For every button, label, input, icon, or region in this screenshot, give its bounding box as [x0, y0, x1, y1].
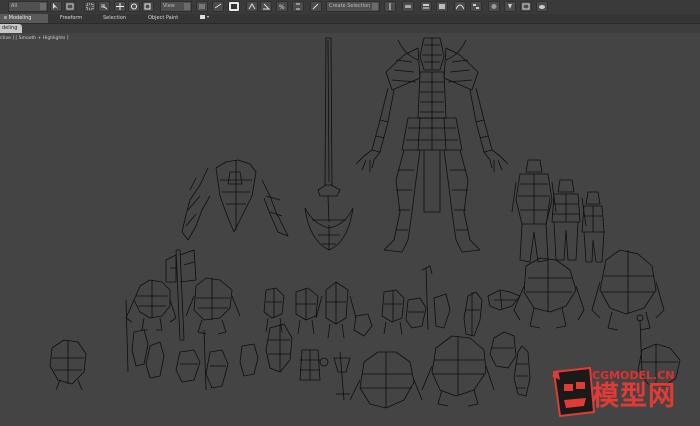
angle-snap-icon[interactable] [260, 1, 272, 12]
svg-text:%: % [279, 4, 285, 10]
material-editor-icon[interactable] [488, 1, 500, 12]
ribbon-options-icon[interactable] [196, 14, 214, 23]
link-icon[interactable] [212, 1, 224, 12]
small-soldier-3-model[interactable] [239, 343, 259, 377]
snap-icon[interactable] [246, 1, 258, 12]
rendered-frame-icon[interactable] [520, 1, 532, 12]
tall-figure-2-model[interactable] [545, 179, 587, 261]
pivot-icon[interactable] [196, 1, 208, 12]
rotate-icon[interactable] [128, 1, 140, 12]
select-by-name-icon[interactable] [64, 1, 76, 12]
wireframe-models [49, 37, 681, 409]
perspective-viewport[interactable] [0, 33, 700, 422]
tab-object-paint[interactable]: Object Paint [144, 14, 182, 23]
small-brute-model[interactable] [489, 331, 517, 369]
select-object-icon[interactable] [50, 1, 62, 12]
big-brute-1-model[interactable] [349, 351, 423, 409]
ribbon-tabs: e Modeling Tools Freeform Selection Obje… [0, 14, 700, 30]
viewport-label[interactable]: ctive ] [ Smooth + Highlights ] [0, 36, 69, 42]
rect-select-icon[interactable] [84, 1, 96, 12]
crouching-figure-model[interactable] [49, 339, 87, 391]
halberd-model[interactable] [165, 249, 197, 341]
watermark-brand: 模型网 [592, 381, 676, 412]
tab-freeform[interactable]: Freeform [56, 14, 86, 23]
spinner-snap-icon[interactable] [292, 1, 304, 12]
ref-coord-value: View [163, 3, 175, 9]
small-soldier-2-model[interactable] [175, 349, 201, 383]
hulking-beast-2-model[interactable] [591, 249, 665, 331]
barrel-cart-model[interactable] [299, 349, 329, 381]
chevron-down-icon[interactable] [184, 3, 190, 10]
ref-coord-dropdown[interactable]: View [160, 1, 192, 12]
layer-manager-icon[interactable] [420, 1, 432, 12]
tab-modeling-tools[interactable]: e Modeling Tools [0, 14, 48, 30]
render-setup-icon[interactable] [504, 1, 516, 12]
staff-model[interactable] [636, 314, 644, 373]
shield-model[interactable] [353, 313, 373, 337]
armored-knight-model[interactable] [315, 281, 357, 339]
percent-snap-icon[interactable]: % [276, 1, 288, 12]
small-warrior-3-model[interactable] [381, 289, 405, 335]
giant-axe-model[interactable] [304, 37, 354, 251]
winged-creature-model[interactable] [181, 159, 289, 241]
ribbon-subbar: deling [0, 24, 700, 33]
edit-named-icon[interactable] [310, 1, 322, 12]
spearman-2-model[interactable] [203, 329, 229, 391]
window-crossing-icon[interactable] [98, 1, 110, 12]
selection-filter-dropdown[interactable]: All [8, 1, 48, 12]
chevron-down-icon[interactable] [372, 3, 378, 10]
keyboard-shortcut-icon[interactable] [228, 1, 240, 12]
chevron-down-icon[interactable] [40, 3, 46, 10]
align-icon[interactable] [402, 1, 414, 12]
lamp-post-model[interactable] [333, 351, 351, 401]
scale-icon[interactable] [142, 1, 154, 12]
small-warrior-4-model[interactable] [405, 297, 427, 329]
armored-soldier-model[interactable] [265, 323, 293, 373]
tall-figure-1-model[interactable] [511, 159, 557, 263]
horned-beast-1-model[interactable] [125, 279, 177, 331]
serpent-model[interactable] [513, 345, 531, 397]
teapot-icon[interactable] [536, 1, 548, 12]
hulking-beast-1-model[interactable] [513, 257, 585, 329]
ribbon-toggle-icon[interactable] [436, 1, 448, 12]
named-selection-dropdown[interactable]: Create Selection [326, 1, 380, 12]
move-icon[interactable] [114, 1, 126, 12]
selection-filter-value: All [11, 3, 18, 9]
tall-figure-3-model[interactable] [581, 191, 605, 263]
tall-mage-model[interactable] [463, 291, 483, 337]
mirror-icon[interactable] [384, 1, 396, 12]
small-warrior-2-model[interactable] [295, 287, 319, 335]
big-brute-2-model[interactable] [421, 335, 495, 407]
horned-beast-2-model[interactable] [185, 277, 241, 335]
tab-selection[interactable]: Selection [99, 14, 130, 23]
main-toolbar: All View % Create Selection [0, 0, 700, 15]
small-soldier-1-model[interactable] [145, 341, 165, 379]
curve-editor-icon[interactable] [454, 1, 466, 12]
polygon-modeling-panel-tab[interactable]: deling [0, 24, 23, 33]
named-selection-value: Create Selection [329, 3, 371, 9]
schematic-icon[interactable] [470, 1, 482, 12]
small-warrior-1-model[interactable] [263, 287, 285, 333]
staff-mage-model[interactable] [421, 265, 451, 331]
giant-demon-model[interactable] [355, 37, 509, 253]
